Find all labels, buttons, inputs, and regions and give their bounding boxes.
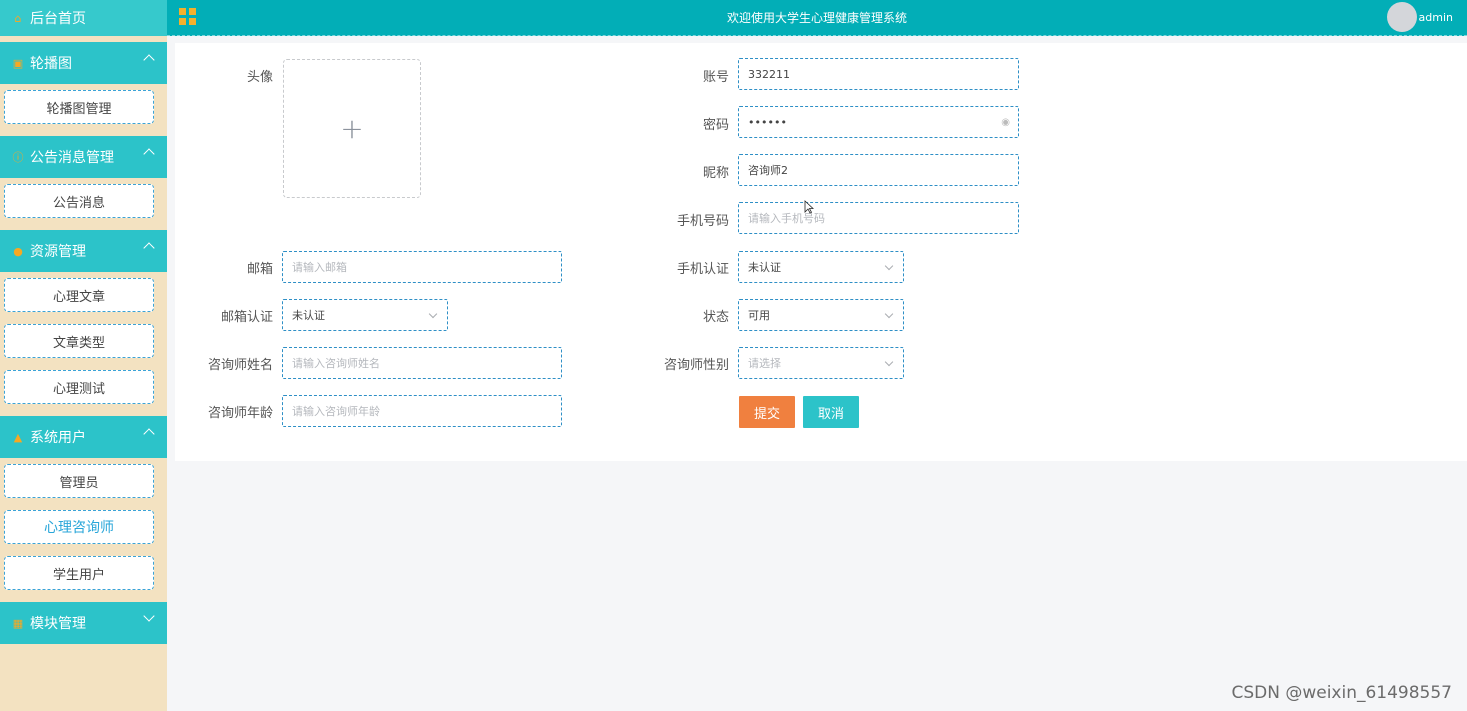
user-icon: ▲ bbox=[13, 430, 23, 444]
gender-placeholder: 请选择 bbox=[748, 357, 781, 370]
sidebar-item-carousel-manage[interactable]: 轮播图管理 bbox=[4, 90, 154, 124]
email-verify-label: 邮箱认证 bbox=[220, 310, 273, 325]
account-input[interactable]: 332211 bbox=[738, 58, 1019, 90]
status-select[interactable]: 可用 bbox=[738, 299, 904, 331]
sidebar-item-admins[interactable]: 管理员 bbox=[4, 464, 154, 498]
chevron-up-icon bbox=[143, 148, 155, 160]
sidebar-item-students[interactable]: 学生用户 bbox=[4, 556, 154, 590]
nav-home[interactable]: ⌂ 后台首页 bbox=[0, 0, 167, 36]
email-input[interactable]: 请输入邮箱 bbox=[282, 251, 562, 283]
nav-group-carousel[interactable]: ▣ 轮播图 bbox=[0, 42, 167, 84]
chevron-up-icon bbox=[143, 428, 155, 440]
nickname-input[interactable]: 咨询师2 bbox=[738, 154, 1019, 186]
gender-label: 咨询师性别 bbox=[663, 358, 729, 373]
chevron-down-icon bbox=[884, 261, 894, 271]
image-icon: ▣ bbox=[12, 56, 24, 70]
phone-verify-label: 手机认证 bbox=[676, 262, 729, 277]
nav-group-label: 模块管理 bbox=[30, 616, 86, 632]
email-verify-select[interactable]: 未认证 bbox=[282, 299, 448, 331]
counselor-name-input[interactable]: 请输入咨询师姓名 bbox=[282, 347, 562, 379]
sidebar: ⌂ 后台首页 ▣ 轮播图 轮播图管理 ⓘ 公告消息管理 公告消息 ● 资源管理 … bbox=[0, 0, 167, 711]
sidebar-item-article-types[interactable]: 文章类型 bbox=[4, 324, 154, 358]
nav-group-users[interactable]: ▲ 系统用户 bbox=[0, 416, 167, 458]
nav-group-notice[interactable]: ⓘ 公告消息管理 bbox=[0, 136, 167, 178]
sidebar-item-tests[interactable]: 心理测试 bbox=[4, 370, 154, 404]
password-value: •••••• bbox=[748, 115, 787, 129]
nav-group-resources[interactable]: ● 资源管理 bbox=[0, 230, 167, 272]
avatar-label: 头像 bbox=[246, 70, 273, 85]
chevron-up-icon bbox=[143, 54, 155, 66]
nav-group-label: 轮播图 bbox=[30, 56, 72, 72]
sidebar-item-counselors[interactable]: 心理咨询师 bbox=[4, 510, 154, 544]
grid-icon: ▦ bbox=[12, 616, 24, 630]
chevron-up-icon bbox=[143, 242, 155, 254]
counselor-age-input[interactable]: 请输入咨询师年龄 bbox=[282, 395, 562, 427]
submit-button[interactable]: 提交 bbox=[739, 396, 795, 428]
status-value: 可用 bbox=[748, 309, 770, 322]
phone-verify-select[interactable]: 未认证 bbox=[738, 251, 904, 283]
nav-group-label: 公告消息管理 bbox=[30, 150, 114, 166]
chevron-down-icon bbox=[143, 610, 155, 622]
chevron-down-icon bbox=[428, 309, 438, 319]
home-icon: ⌂ bbox=[14, 11, 22, 25]
sidebar-item-notice[interactable]: 公告消息 bbox=[4, 184, 154, 218]
mouse-cursor-icon bbox=[804, 200, 814, 214]
topbar: 欢迎使用大学生心理健康管理系统 admin bbox=[167, 0, 1467, 36]
password-input[interactable]: •••••• ◉ bbox=[738, 106, 1019, 138]
plus-icon: + bbox=[340, 112, 364, 145]
email-verify-value: 未认证 bbox=[292, 309, 325, 322]
gender-select[interactable]: 请选择 bbox=[738, 347, 904, 379]
counselor-age-label: 咨询师年龄 bbox=[207, 406, 273, 421]
nav-group-label: 系统用户 bbox=[30, 430, 86, 446]
phone-label: 手机号码 bbox=[676, 214, 729, 229]
username[interactable]: admin bbox=[1419, 11, 1453, 24]
eye-icon[interactable]: ◉ bbox=[1001, 117, 1010, 128]
sidebar-item-articles[interactable]: 心理文章 bbox=[4, 278, 154, 312]
chevron-down-icon bbox=[884, 309, 894, 319]
nav-home-label: 后台首页 bbox=[30, 11, 86, 27]
avatar[interactable] bbox=[1387, 2, 1417, 32]
email-label: 邮箱 bbox=[246, 262, 273, 277]
counselor-name-label: 咨询师姓名 bbox=[207, 358, 273, 373]
status-label: 状态 bbox=[702, 310, 729, 325]
phone-verify-value: 未认证 bbox=[748, 261, 781, 274]
account-label: 账号 bbox=[702, 70, 729, 85]
chevron-down-icon bbox=[884, 357, 894, 367]
bulb-icon: ● bbox=[13, 244, 23, 258]
app-title: 欢迎使用大学生心理健康管理系统 bbox=[726, 11, 907, 25]
nav-group-modules[interactable]: ▦ 模块管理 bbox=[0, 602, 167, 644]
form-card: 头像 + 邮箱 请输入邮箱 邮箱认证 未认证 咨询师姓名 请输入咨询师姓名 咨询… bbox=[175, 43, 1467, 461]
watermark: CSDN @weixin_61498557 bbox=[1231, 683, 1452, 703]
nickname-label: 昵称 bbox=[702, 166, 729, 181]
phone-input[interactable]: 请输入手机号码 bbox=[738, 202, 1019, 234]
nav-group-label: 资源管理 bbox=[30, 244, 86, 260]
cancel-button[interactable]: 取消 bbox=[803, 396, 859, 428]
avatar-uploader[interactable]: + bbox=[283, 59, 421, 198]
password-label: 密码 bbox=[702, 118, 729, 133]
info-icon: ⓘ bbox=[12, 151, 24, 164]
